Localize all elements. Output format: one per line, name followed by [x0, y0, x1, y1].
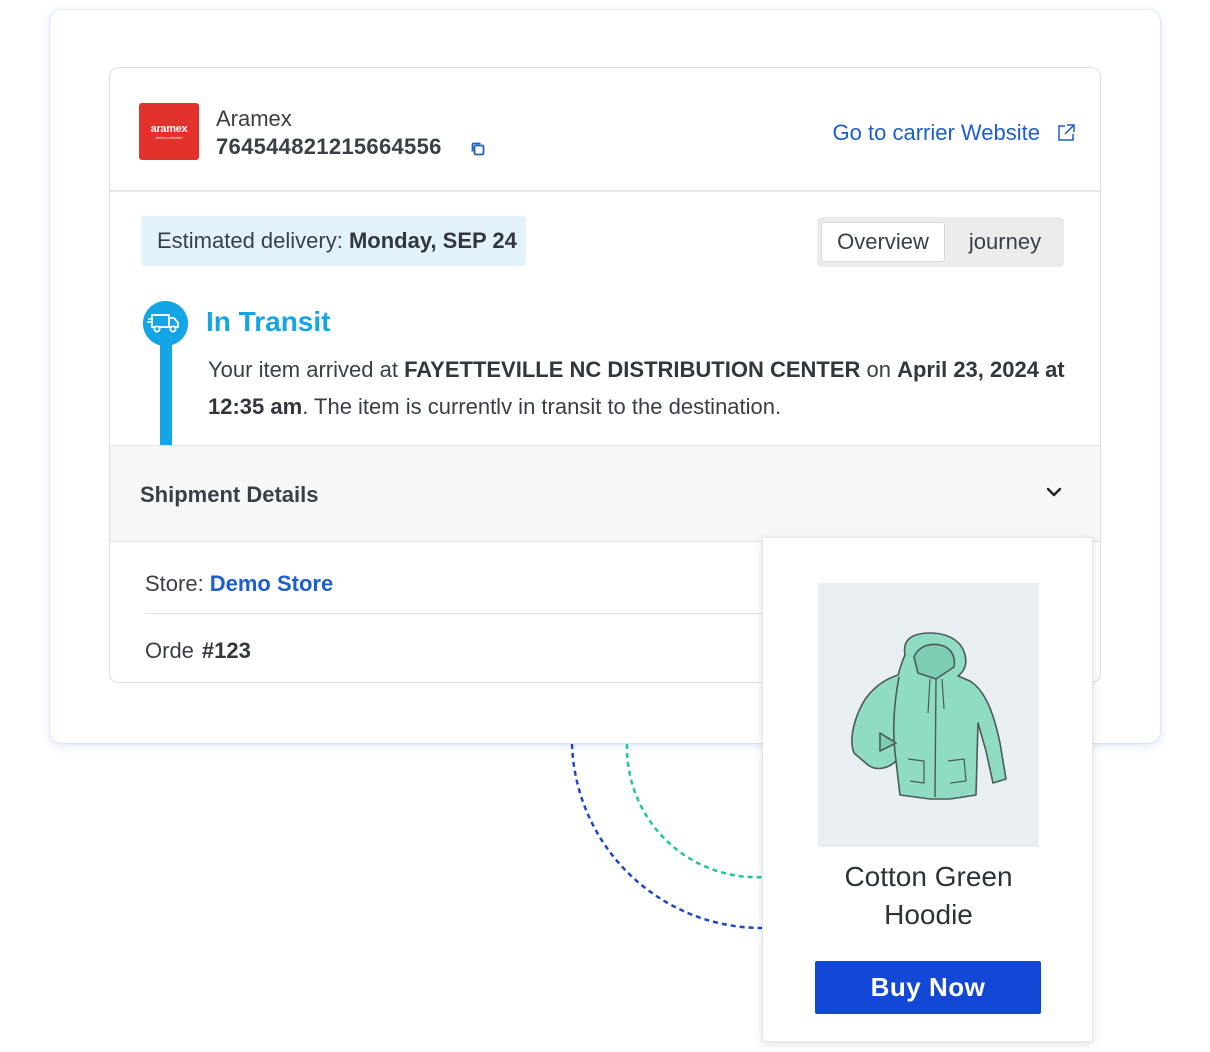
order-number: #123	[201, 638, 251, 663]
store-row: Store: Demo Store	[145, 571, 333, 597]
order-row: Orde #123	[145, 638, 251, 664]
tab-overview[interactable]: Overview	[821, 222, 945, 262]
estimated-delivery: Estimated delivery: Monday, SEP 24	[141, 216, 526, 266]
view-tabs: Overview journey	[817, 217, 1064, 267]
shipment-details-title: Shipment Details	[140, 482, 319, 507]
carrier-website-link[interactable]: Go to carrier Website	[833, 120, 1040, 146]
product-name: Cotton Green Hoodie	[844, 861, 1013, 930]
store-label: Store:	[145, 571, 204, 596]
divider	[145, 613, 845, 614]
tab-journey[interactable]: journey	[951, 222, 1059, 262]
truck-icon	[143, 301, 188, 346]
status-location: FAYETTEVILLE NC DISTRIBUTION CENTER	[404, 357, 861, 382]
carrier-header: aramex delivery unlimited Aramex 7645448…	[110, 68, 1100, 192]
status-title: In Transit	[206, 306, 331, 337]
product-card: Cotton Green Hoodie Buy Now	[762, 537, 1093, 1042]
decorative-arcs	[570, 743, 766, 930]
status-message: Your item arrived at FAYETTEVILLE NC DIS…	[208, 357, 1065, 419]
shipment-details-toggle[interactable]: Shipment Details	[110, 445, 1100, 542]
hoodie-image	[818, 583, 1039, 847]
carrier-name: Aramex	[216, 106, 292, 131]
delivery-date: Monday, SEP 24	[348, 228, 517, 253]
external-link-icon[interactable]	[1056, 123, 1076, 143]
buy-now-button[interactable]: Buy Now	[815, 961, 1041, 1014]
order-label: Orde	[145, 638, 194, 663]
tracking-number: 764544821215664556	[216, 134, 442, 159]
chevron-down-icon[interactable]	[1044, 482, 1064, 502]
store-link[interactable]: Demo Store	[210, 571, 333, 596]
copy-icon[interactable]	[469, 140, 487, 158]
carrier-logo: aramex delivery unlimited	[139, 103, 199, 160]
